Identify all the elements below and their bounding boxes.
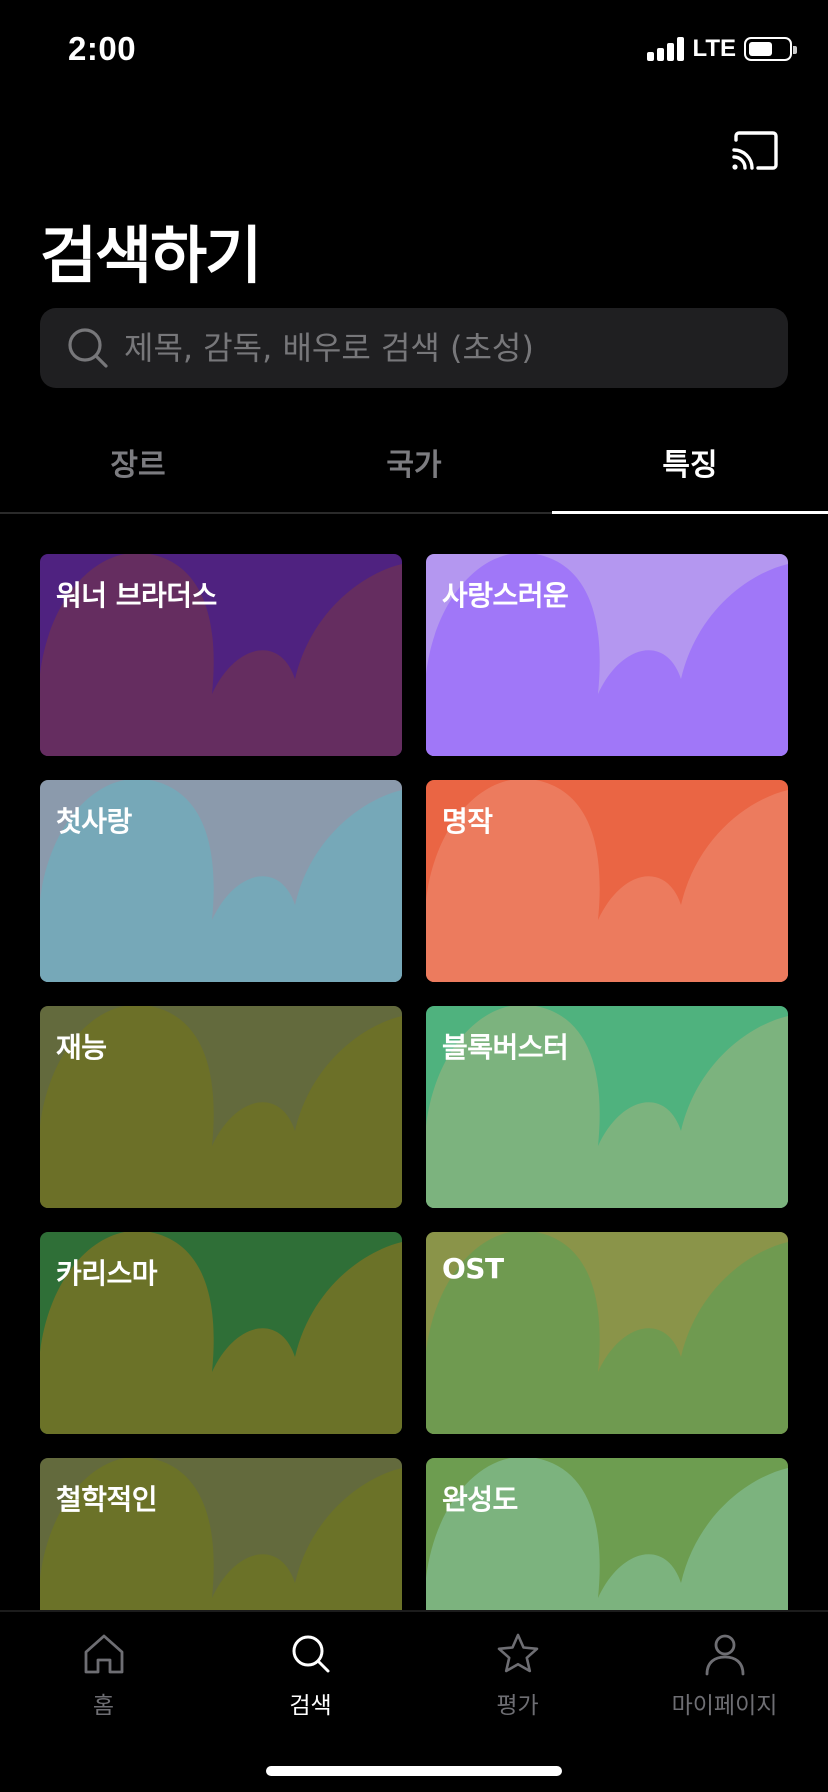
feature-card[interactable]: 완성도 (426, 1458, 788, 1610)
search-icon (68, 328, 108, 368)
bottom-navigation: 홈 검색 평가 마이페이지 (0, 1610, 828, 1792)
tab-country[interactable]: 국가 (276, 430, 552, 512)
feature-card[interactable]: 워너 브라더스 (40, 554, 402, 756)
tab-genre[interactable]: 장르 (0, 430, 276, 512)
network-type: LTE (692, 35, 736, 62)
feature-card-grid: 워너 브라더스 사랑스러운첫사랑 명작재능 블록버스터카리스마 OST 철학적인 완성도 (40, 554, 788, 1610)
feature-card[interactable]: 명작 (426, 780, 788, 982)
feature-card[interactable]: 첫사랑 (40, 780, 402, 982)
category-tabs: 장르 국가 특징 (0, 430, 828, 514)
page-title: 검색하기 (40, 219, 262, 292)
feature-card[interactable]: 카리스마 (40, 1232, 402, 1434)
status-time: 2:00 (68, 30, 137, 67)
cast-button[interactable] (730, 130, 780, 174)
feature-card-label: 사랑스러운 (442, 579, 569, 612)
feature-card[interactable]: 블록버스터 (426, 1006, 788, 1208)
profile-icon (705, 1634, 744, 1676)
battery-icon (744, 37, 797, 61)
nav-search-label: 검색 (289, 1693, 332, 1719)
feature-card[interactable]: 철학적인 (40, 1458, 402, 1610)
feature-card-label: 블록버스터 (442, 1031, 569, 1064)
nav-home-label: 홈 (92, 1693, 115, 1719)
home-indicator (266, 1766, 562, 1776)
search-input[interactable] (124, 329, 744, 367)
tab-feature[interactable]: 특징 (552, 430, 828, 514)
home-icon (84, 1634, 123, 1674)
nav-mypage-label: 마이페이지 (671, 1693, 778, 1719)
feature-card-label: 워너 브라더스 (56, 579, 217, 612)
feature-card-label: 재능 (56, 1031, 107, 1064)
search-box[interactable] (40, 308, 788, 388)
feature-card-label: 철학적인 (56, 1483, 158, 1516)
nav-rating-label: 평가 (496, 1693, 539, 1719)
star-icon (497, 1633, 538, 1673)
nav-home[interactable]: 홈 (0, 1630, 207, 1720)
signal-strength-icon (647, 37, 685, 61)
feature-card-label: 첫사랑 (56, 805, 132, 838)
search-icon (292, 1635, 329, 1673)
feature-card[interactable]: 사랑스러운 (426, 554, 788, 756)
nav-mypage[interactable]: 마이페이지 (621, 1630, 828, 1720)
cast-icon (732, 131, 778, 170)
status-bar: 2:00 LTE (0, 0, 828, 100)
feature-card-label: 명작 (442, 805, 493, 838)
status-indicators: LTE (647, 35, 797, 62)
feature-card-label: 완성도 (442, 1483, 518, 1516)
nav-search[interactable]: 검색 (207, 1630, 414, 1720)
nav-rating[interactable]: 평가 (414, 1630, 621, 1720)
feature-card-label: 카리스마 (56, 1257, 158, 1290)
feature-card[interactable]: 재능 (40, 1006, 402, 1208)
feature-card[interactable]: OST (426, 1232, 788, 1434)
feature-card-label: OST (442, 1252, 504, 1285)
